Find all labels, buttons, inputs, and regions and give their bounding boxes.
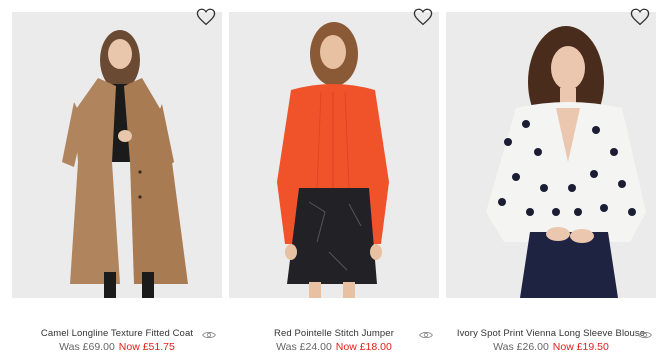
now-price: Now £18.00: [335, 341, 392, 353]
heart-outline-icon[interactable]: [630, 8, 650, 26]
model-red-jumper-image: [229, 12, 439, 298]
product-image-link[interactable]: [446, 12, 656, 298]
model-spot-blouse-image: [446, 12, 656, 298]
was-price: Was £26.00: [493, 341, 549, 353]
eye-icon[interactable]: [202, 330, 216, 340]
product-name[interactable]: Red Pointelle Stitch Jumper: [229, 328, 439, 339]
product-name[interactable]: Ivory Spot Print Vienna Long Sleeve Blou…: [446, 328, 656, 339]
product-grid: Camel Longline Texture Fitted Coat Was £…: [0, 0, 670, 363]
product-card: Ivory Spot Print Vienna Long Sleeve Blou…: [446, 0, 656, 363]
now-price: Now £51.75: [118, 341, 175, 353]
product-card: Camel Longline Texture Fitted Coat Was £…: [12, 0, 222, 363]
heart-outline-icon[interactable]: [413, 8, 433, 26]
product-price: Was £26.00 Now £19.50: [446, 341, 656, 353]
model-camel-coat-image: [12, 12, 222, 298]
product-price: Was £24.00 Now £18.00: [229, 341, 439, 353]
was-price: Was £24.00: [276, 341, 332, 353]
eye-icon[interactable]: [638, 330, 652, 340]
product-price: Was £69.00 Now £51.75: [12, 341, 222, 353]
product-name[interactable]: Camel Longline Texture Fitted Coat: [12, 328, 222, 339]
eye-icon[interactable]: [419, 330, 433, 340]
product-image-link[interactable]: [229, 12, 439, 298]
was-price: Was £69.00: [59, 341, 115, 353]
now-price: Now £19.50: [552, 341, 609, 353]
heart-outline-icon[interactable]: [196, 8, 216, 26]
product-image-link[interactable]: [12, 12, 222, 298]
product-card: Red Pointelle Stitch Jumper Was £24.00 No…: [229, 0, 439, 363]
